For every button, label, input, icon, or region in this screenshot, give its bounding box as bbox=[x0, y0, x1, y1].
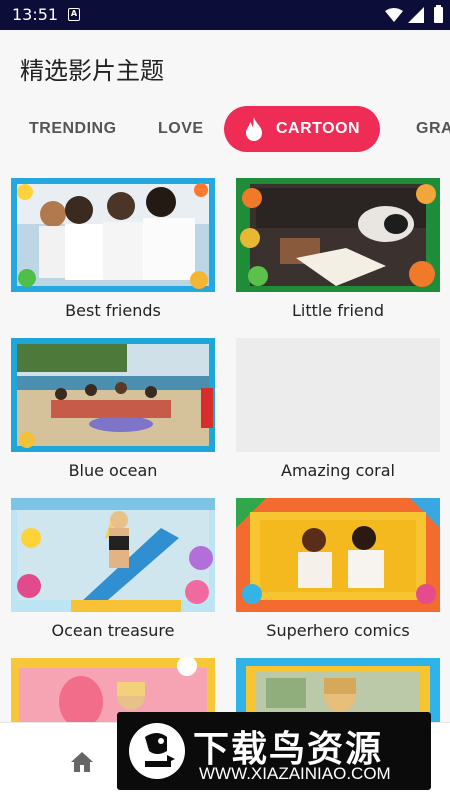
template-title: Best friends bbox=[65, 301, 161, 320]
fire-icon bbox=[246, 117, 262, 141]
tab-cartoon-label: CARTOON bbox=[276, 120, 361, 137]
template-title: Ocean treasure bbox=[51, 621, 175, 640]
template-title: Amazing coral bbox=[281, 461, 395, 480]
wifi-icon bbox=[385, 8, 403, 22]
signal-icon bbox=[408, 7, 424, 23]
template-thumbnail-placeholder[interactable] bbox=[236, 338, 440, 452]
category-tabs: TRENDING LOVE CARTOON GRA bbox=[0, 106, 450, 156]
template-thumbnail[interactable] bbox=[236, 178, 440, 292]
template-title: Superhero comics bbox=[266, 621, 410, 640]
notification-icon: A bbox=[68, 8, 80, 21]
tab-trending[interactable]: TRENDING bbox=[29, 106, 117, 152]
home-icon[interactable] bbox=[70, 751, 94, 773]
battery-icon bbox=[434, 5, 443, 23]
template-title: Blue ocean bbox=[68, 461, 158, 480]
tab-gra[interactable]: GRA bbox=[416, 106, 450, 152]
template-thumbnail[interactable] bbox=[236, 498, 440, 612]
status-bar: 13:51 A bbox=[0, 0, 450, 30]
watermark-url: WWW.XIAZAINIAO.COM bbox=[199, 764, 391, 783]
tab-love[interactable]: LOVE bbox=[158, 106, 204, 152]
page-title: 精选影片主题 bbox=[20, 57, 164, 85]
template-title: Little friend bbox=[291, 301, 385, 320]
tab-cartoon[interactable]: CARTOON bbox=[224, 106, 381, 152]
template-thumbnail[interactable] bbox=[11, 498, 215, 612]
template-thumbnail[interactable] bbox=[11, 338, 215, 452]
bird-logo-icon bbox=[129, 723, 185, 779]
template-thumbnail[interactable] bbox=[11, 178, 215, 292]
status-time: 13:51 bbox=[12, 5, 59, 24]
watermark-banner: 下载鸟资源 WWW.XIAZAINIAO.COM bbox=[117, 712, 431, 790]
